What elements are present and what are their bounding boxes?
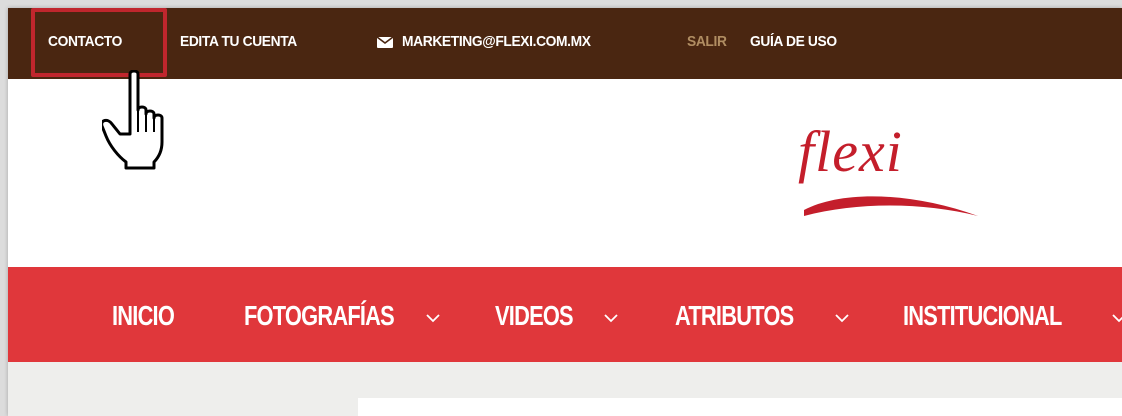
page-content	[8, 362, 1122, 416]
content-panel	[358, 398, 1122, 416]
usage-guide-link[interactable]: GUÍA DE USO	[750, 33, 837, 50]
main-navigation: INICIO FOTOGRAFÍAS VIDEOS ATRIBUTOS INST…	[8, 267, 1122, 362]
logout-link[interactable]: SALIR	[687, 33, 727, 50]
top-bar: CONTACTO EDITA TU CUENTA MARKETING@FLEXI…	[8, 8, 1122, 79]
nav-item-atributos[interactable]: ATRIBUTOS	[675, 300, 794, 332]
nav-item-inicio[interactable]: INICIO	[112, 300, 175, 332]
edit-account-link[interactable]: EDITA TU CUENTA	[180, 33, 297, 50]
logo-wordmark: flexi	[798, 119, 903, 184]
browser-frame: CONTACTO EDITA TU CUENTA MARKETING@FLEXI…	[8, 8, 1122, 416]
flexi-logo[interactable]: flexi	[798, 118, 988, 228]
hand-pointer-icon	[102, 70, 164, 170]
chevron-down-icon[interactable]	[604, 314, 618, 323]
nav-item-videos[interactable]: VIDEOS	[495, 300, 574, 332]
email-link[interactable]: MARKETING@FLEXI.COM.MX	[402, 33, 591, 50]
chevron-down-icon[interactable]	[835, 314, 849, 323]
logo-swoosh	[804, 196, 978, 216]
envelope-icon	[377, 37, 393, 48]
chevron-down-icon[interactable]	[426, 314, 440, 323]
highlight-box	[31, 8, 167, 77]
chevron-down-icon[interactable]	[1112, 314, 1122, 323]
nav-item-fotografias[interactable]: FOTOGRAFÍAS	[244, 300, 395, 332]
nav-item-institucional[interactable]: INSTITUCIONAL	[903, 300, 1062, 332]
